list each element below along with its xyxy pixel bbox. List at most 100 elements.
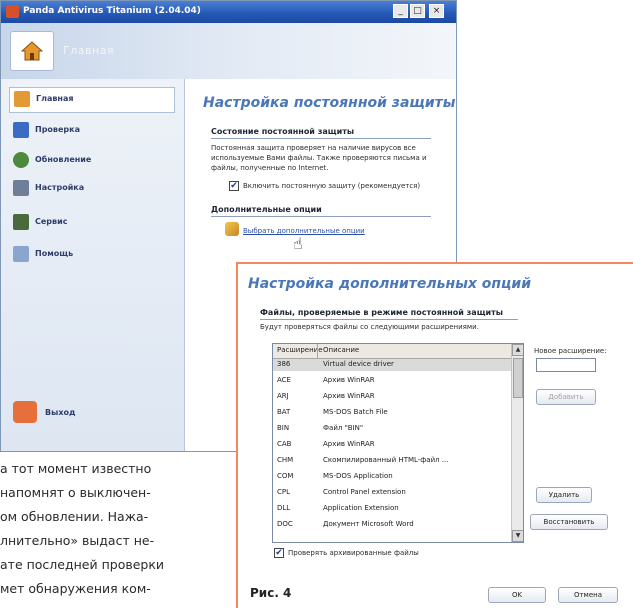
- extension-cell: DLL: [277, 504, 291, 512]
- panda-app-icon: [6, 5, 19, 18]
- extension-cell: CAB: [277, 440, 292, 448]
- section-title-status: Состояние постоянной защиты: [211, 127, 355, 136]
- service-icon: [13, 214, 29, 230]
- enable-protection-label: Включить постоянную защиту (рекомендуетс…: [243, 182, 421, 190]
- description-cell: Application Extension: [323, 504, 399, 512]
- article-line: мет обнаружения ком-: [0, 581, 151, 596]
- exit-label: Выход: [45, 408, 76, 417]
- sidebar: Главная Проверка Обновление Настройка Се…: [1, 79, 185, 451]
- extension-cell: CPL: [277, 488, 291, 496]
- options-icon: [225, 222, 239, 236]
- description-cell: Файл "BIN": [323, 424, 364, 432]
- table-row[interactable]: CHM Скомпилированный HTML-файл ...: [273, 455, 511, 467]
- enable-protection-checkbox[interactable]: ✔: [229, 181, 239, 191]
- sidebar-item-label: Настройка: [35, 183, 85, 192]
- description-cell: Архив WinRAR: [323, 440, 375, 448]
- table-row[interactable]: CPL Control Panel extension: [273, 487, 511, 499]
- extension-cell: ACE: [277, 376, 291, 384]
- minimize-button[interactable]: _: [393, 4, 408, 18]
- exit-button[interactable]: Выход: [9, 401, 129, 425]
- hand-cursor-icon: ☝: [293, 234, 303, 253]
- add-button[interactable]: Добавить: [536, 389, 596, 405]
- extension-cell: BAT: [277, 408, 291, 416]
- extension-cell: COM: [277, 472, 294, 480]
- section-title-options: Дополнительные опции: [211, 205, 322, 214]
- scan-archives-checkbox[interactable]: ✔: [274, 548, 284, 558]
- help-icon: [13, 246, 29, 262]
- dialog-subtitle: Будут проверяться файлы со следующими ра…: [260, 323, 479, 331]
- new-extension-input[interactable]: [536, 358, 596, 372]
- exit-door-icon: [13, 401, 37, 423]
- figure-caption: Рис. 4: [250, 586, 292, 600]
- table-row[interactable]: DOC Документ Microsoft Word: [273, 519, 511, 531]
- home-button[interactable]: [10, 31, 54, 71]
- article-line: напомнят о выключен-: [0, 485, 151, 500]
- settings-icon: [13, 180, 29, 196]
- column-separator: [317, 344, 318, 358]
- title-bar[interactable]: Panda Antivirus Titanium (2.04.04) _ □ ×: [1, 1, 456, 23]
- extension-cell: CHM: [277, 456, 294, 464]
- extension-cell: ARJ: [277, 392, 289, 400]
- header-label: Главная: [63, 44, 115, 57]
- maximize-button[interactable]: □: [410, 4, 425, 18]
- table-row[interactable]: COM MS-DOS Application: [273, 471, 511, 483]
- sidebar-item-home[interactable]: Главная: [9, 87, 175, 113]
- new-extension-label: Новое расширение:: [534, 347, 607, 355]
- section-divider: [260, 319, 518, 320]
- column-header-description[interactable]: Описание: [323, 346, 359, 354]
- page-title: Настройка постоянной защиты: [203, 95, 456, 111]
- header-bar: Главная: [1, 23, 456, 79]
- update-icon: [13, 152, 29, 168]
- column-header-extension[interactable]: Расширение: [277, 346, 323, 354]
- section-divider: [211, 138, 431, 139]
- table-row[interactable]: 386 Virtual device driver: [273, 359, 511, 371]
- description-cell: MS-DOS Batch File: [323, 408, 388, 416]
- article-text: а тот момент известно напомнят о выключе…: [0, 457, 236, 608]
- table-row[interactable]: BAT MS-DOS Batch File: [273, 407, 511, 419]
- dialog-section-title: Файлы, проверяемые в режиме постоянной з…: [260, 308, 504, 317]
- cancel-button[interactable]: Отмена: [558, 587, 618, 603]
- table-row[interactable]: BIN Файл "BIN": [273, 423, 511, 435]
- sidebar-item-label: Обновление: [35, 155, 92, 164]
- scroll-down-icon[interactable]: ▼: [512, 530, 523, 542]
- sidebar-item-service[interactable]: Сервис: [9, 211, 173, 235]
- options-link[interactable]: Выбрать дополнительные опции: [243, 227, 365, 235]
- window-title: Panda Antivirus Titanium (2.04.04): [23, 6, 201, 16]
- advanced-options-dialog: Настройка дополнительных опций Файлы, пр…: [236, 262, 633, 608]
- table-row[interactable]: ACE Архив WinRAR: [273, 375, 511, 387]
- sidebar-item-scan[interactable]: Проверка: [9, 119, 173, 143]
- dialog-title: Настройка дополнительных опций: [248, 276, 532, 292]
- home-icon: [21, 41, 43, 61]
- article-line: ом обновлении. Нажа-: [0, 509, 149, 524]
- extension-cell: DOC: [277, 520, 293, 528]
- scroll-thumb[interactable]: [513, 358, 523, 398]
- table-header: Расширение Описание: [273, 344, 511, 359]
- article-line: а тот момент известно: [0, 461, 152, 476]
- description-cell: MS-DOS Application: [323, 472, 393, 480]
- scan-icon: [13, 122, 29, 138]
- section-description: Постоянная защита проверяет на наличие в…: [211, 144, 427, 172]
- table-scrollbar[interactable]: ▲ ▼: [511, 344, 523, 542]
- section-divider: [211, 216, 431, 217]
- close-button[interactable]: ×: [429, 4, 444, 18]
- article-line: лнительно» выдаст не-: [0, 533, 155, 548]
- description-cell: Control Panel extension: [323, 488, 406, 496]
- sidebar-item-update[interactable]: Обновление: [9, 149, 173, 173]
- sidebar-item-help[interactable]: Помощь: [9, 243, 173, 267]
- article-line: ате последней проверки: [0, 557, 165, 572]
- scroll-up-icon[interactable]: ▲: [512, 344, 523, 356]
- extension-cell: 386: [277, 360, 291, 368]
- table-row[interactable]: ARJ Архив WinRAR: [273, 391, 511, 403]
- delete-button[interactable]: Удалить: [536, 487, 592, 503]
- ok-button[interactable]: OK: [488, 587, 546, 603]
- home-icon: [14, 91, 30, 107]
- extension-cell: BIN: [277, 424, 290, 432]
- restore-button[interactable]: Восстановить: [530, 514, 608, 530]
- table-row[interactable]: DLL Application Extension: [273, 503, 511, 515]
- extensions-table[interactable]: Расширение Описание 386 Virtual device dr…: [272, 343, 524, 543]
- sidebar-item-label: Помощь: [35, 249, 74, 258]
- sidebar-item-label: Главная: [36, 94, 74, 103]
- sidebar-item-settings[interactable]: Настройка: [9, 177, 173, 201]
- description-cell: Скомпилированный HTML-файл ...: [323, 456, 449, 464]
- table-row[interactable]: CAB Архив WinRAR: [273, 439, 511, 451]
